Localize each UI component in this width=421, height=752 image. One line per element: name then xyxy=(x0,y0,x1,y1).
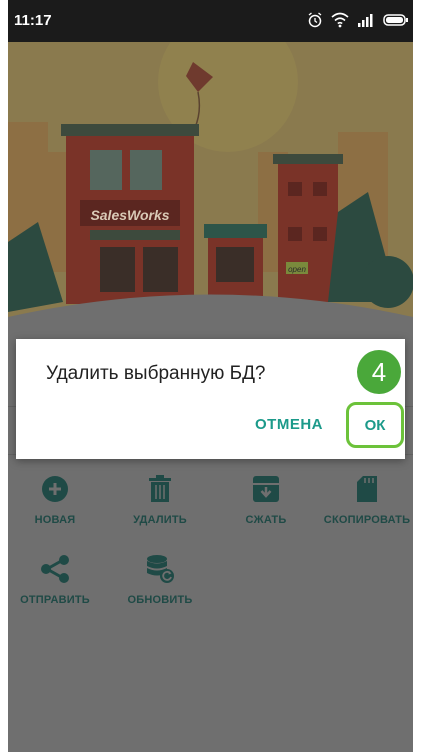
banner-sign-text: SalesWorks xyxy=(90,207,169,223)
shop-open-sign: open xyxy=(288,265,306,274)
action-send-label: ОТПРАВИТЬ xyxy=(20,594,90,606)
add-circle-icon xyxy=(40,474,70,504)
battery-icon xyxy=(383,14,408,26)
action-send[interactable]: ОТПРАВИТЬ xyxy=(8,554,105,606)
share-icon xyxy=(40,554,70,584)
action-refresh-label: ОБНОВИТЬ xyxy=(127,594,193,606)
action-new[interactable]: НОВАЯ xyxy=(8,474,105,526)
action-refresh[interactable]: ОБНОВИТЬ xyxy=(110,554,210,606)
action-delete[interactable]: УДАЛИТЬ xyxy=(110,474,210,526)
banner-illustration: SalesWorks open xyxy=(8,42,413,342)
delete-confirmation-dialog: Удалить выбранную БД? ОТМЕНА ОК xyxy=(16,339,405,459)
action-copy[interactable]: СКОПИРОВАТЬ xyxy=(317,474,413,526)
status-time: 11:17 xyxy=(14,12,52,29)
dialog-message: Удалить выбранную БД? xyxy=(46,363,266,384)
action-compress-label: СЖАТЬ xyxy=(245,514,287,526)
database-refresh-icon xyxy=(145,554,175,584)
trash-icon xyxy=(145,474,175,504)
alarm-icon xyxy=(308,12,322,28)
action-new-label: НОВАЯ xyxy=(34,514,76,526)
archive-icon xyxy=(251,474,281,504)
action-compress[interactable]: СЖАТЬ xyxy=(216,474,316,526)
signal-icon xyxy=(358,14,373,27)
action-copy-label: СКОПИРОВАТЬ xyxy=(323,514,411,526)
header-banner: SalesWorks open xyxy=(8,42,413,342)
action-delete-label: УДАЛИТЬ xyxy=(133,514,187,526)
wifi-icon xyxy=(331,12,349,28)
status-bar: 11:17 xyxy=(8,0,413,42)
status-icons xyxy=(307,12,409,28)
sd-card-icon xyxy=(352,474,382,504)
ok-button-label: ОК xyxy=(364,416,386,434)
step-number-badge: 4 xyxy=(357,350,401,394)
app-screen: 11:17 SalesWorks open НОВАЯ УДАЛИТЬ СЖАТ… xyxy=(8,0,413,752)
ok-button[interactable]: ОК xyxy=(346,402,404,448)
cancel-button[interactable]: ОТМЕНА xyxy=(255,416,323,433)
